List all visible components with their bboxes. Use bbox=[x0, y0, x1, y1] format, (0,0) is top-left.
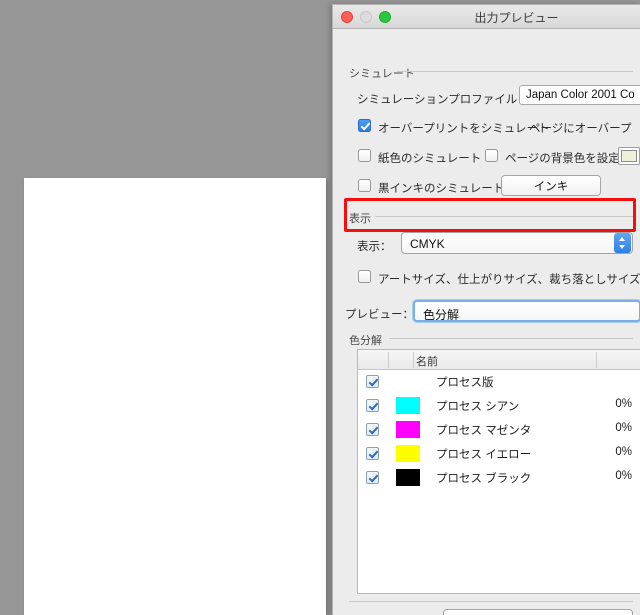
separation-name: プロセス版 bbox=[436, 377, 494, 389]
sample-size-select[interactable]: 指定したピクセル bbox=[443, 609, 633, 615]
separations-list[interactable]: 名前 プロセス版プロセス シアン 0% プロセス マゼンタ 0% プロセス イエロー 0%… bbox=[357, 349, 640, 594]
separation-row[interactable]: プロセス イエロー 0% bbox=[358, 442, 640, 466]
page-overprint-label: ページにオーバープ bbox=[529, 123, 632, 135]
separation-name: プロセス イエロー bbox=[436, 449, 532, 461]
simulate-overprint-label: オーバープリントをシミュレート bbox=[378, 123, 550, 135]
separations-rows: プロセス版 プロセス シアン 0% プロセス マゼンタ 0% プロセス イエロー 0% プロセ… bbox=[358, 370, 640, 490]
separations-list-header: 名前 bbox=[358, 350, 640, 370]
display-section-divider bbox=[375, 216, 633, 217]
preview-label: プレビュー： bbox=[345, 309, 414, 321]
ink-button[interactable]: インキ bbox=[501, 175, 601, 196]
simulate-black-ink-label: 黒インキのシミュレート bbox=[378, 183, 505, 195]
separation-name: プロセス ブラック bbox=[436, 473, 532, 485]
set-page-background-label: ページの背景色を設定 bbox=[505, 153, 620, 165]
simulate-black-ink-checkbox[interactable] bbox=[358, 179, 371, 192]
separation-name: プロセス シアン bbox=[436, 401, 520, 413]
separation-row[interactable]: プロセス マゼンタ 0% bbox=[358, 418, 640, 442]
page-background-color-fill bbox=[621, 150, 637, 162]
separation-color-chip bbox=[396, 445, 420, 462]
output-preview-panel: 出力プレビュー シミュレート シミュレーションプロファイル： Japan Col… bbox=[332, 4, 640, 615]
simulation-profile-select[interactable]: Japan Color 2001 Co bbox=[519, 85, 640, 105]
simulate-paper-color-label: 紙色のシミュレート bbox=[378, 153, 482, 165]
separation-visibility-checkbox[interactable] bbox=[366, 375, 379, 388]
window-title: 出力プレビュー bbox=[474, 11, 559, 25]
sample-size-divider bbox=[349, 601, 633, 602]
simulation-profile-label: シミュレーションプロファイル： bbox=[357, 94, 529, 106]
column-divider bbox=[388, 352, 389, 368]
column-divider bbox=[596, 352, 597, 368]
separation-row[interactable]: プロセス シアン 0% bbox=[358, 394, 640, 418]
separation-percent: 0% bbox=[615, 470, 632, 482]
separation-color-chip bbox=[396, 421, 420, 438]
separation-visibility-checkbox[interactable] bbox=[366, 471, 379, 484]
separation-percent: 0% bbox=[615, 446, 632, 458]
preview-select[interactable]: 色分解 bbox=[413, 300, 640, 322]
separation-color-chip bbox=[396, 469, 420, 486]
simulate-section-label: シミュレート bbox=[349, 68, 415, 80]
window-titlebar[interactable]: 出力プレビュー bbox=[333, 5, 640, 29]
show-art-trim-bleed-checkbox[interactable] bbox=[358, 270, 371, 283]
simulate-paper-color-checkbox[interactable] bbox=[358, 149, 371, 162]
separation-row[interactable]: プロセス版 bbox=[358, 370, 640, 394]
document-canvas-area[interactable] bbox=[0, 0, 332, 615]
column-header-name: 名前 bbox=[416, 356, 438, 368]
document-page-preview[interactable] bbox=[24, 178, 326, 615]
separation-name: プロセス マゼンタ bbox=[436, 425, 532, 437]
simulate-overprint-checkbox[interactable] bbox=[358, 119, 371, 132]
separation-percent: 0% bbox=[615, 422, 632, 434]
panel-body: シミュレート シミュレーションプロファイル： Japan Color 2001 … bbox=[333, 29, 640, 615]
page-background-color-swatch[interactable] bbox=[618, 147, 640, 165]
separations-section-label: 色分解 bbox=[349, 335, 382, 347]
column-divider bbox=[413, 352, 414, 368]
simulate-section-divider bbox=[397, 71, 633, 72]
display-mode-stepper-icon[interactable] bbox=[614, 233, 631, 253]
separation-visibility-checkbox[interactable] bbox=[366, 399, 379, 412]
separation-row[interactable]: プロセス ブラック 0% bbox=[358, 466, 640, 490]
separation-color-chip bbox=[396, 397, 420, 414]
separation-percent: 0% bbox=[615, 398, 632, 410]
display-mode-select[interactable]: CMYK bbox=[401, 232, 633, 254]
separations-section-divider bbox=[389, 338, 633, 339]
show-art-trim-bleed-label: アートサイズ、仕上がりサイズ、裁ち落としサイズを表示 bbox=[378, 274, 640, 286]
display-section-label: 表示 bbox=[349, 213, 371, 225]
set-page-background-checkbox[interactable] bbox=[485, 149, 498, 162]
separation-visibility-checkbox[interactable] bbox=[366, 447, 379, 460]
display-mode-label: 表示： bbox=[357, 241, 392, 253]
separation-visibility-checkbox[interactable] bbox=[366, 423, 379, 436]
